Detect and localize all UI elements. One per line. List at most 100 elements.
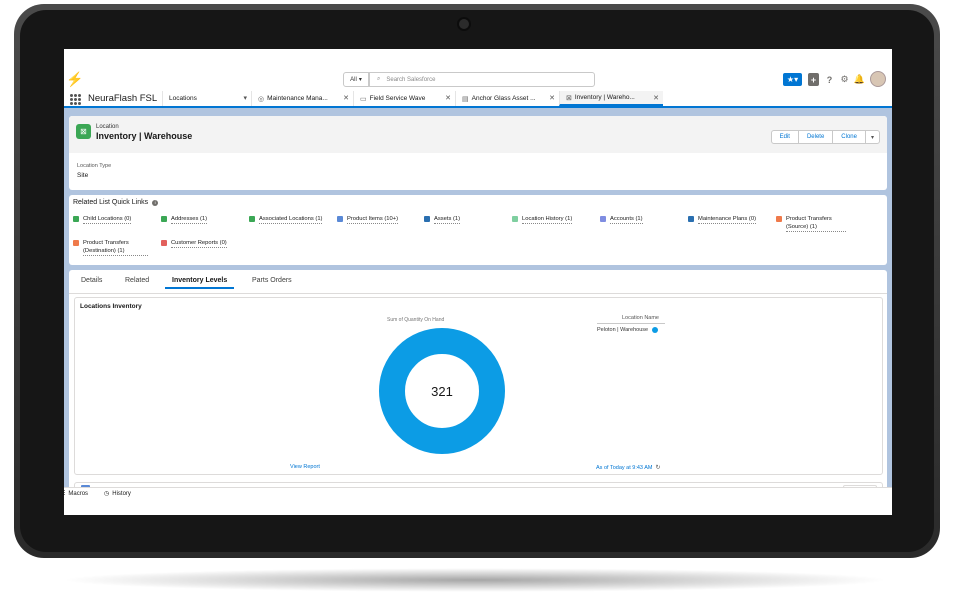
legend-swatch [652,327,659,333]
chevron-down-icon[interactable]: ▾ [243,94,247,102]
help-icon[interactable]: ? [824,73,835,86]
utility-macros[interactable]: ☰ Macros [64,490,88,498]
search-scope-label: All [350,76,357,83]
close-icon[interactable]: ✕ [343,94,349,102]
quick-links-title: Related List Quick Links i [73,199,159,206]
app-launcher-icon[interactable] [70,94,81,105]
quick-link[interactable]: Product Transfers (Destination) (1) [73,239,148,256]
quick-link[interactable]: Assets (1) [424,215,461,224]
search-scope-dropdown[interactable]: All ▾ [343,72,369,87]
quick-link-icon [600,216,606,222]
app-name: NeuraFlash FSL [88,93,158,104]
quick-link-label: Associated Locations (1) [259,216,323,224]
quick-link-label: Child Locations (0) [83,216,132,224]
user-avatar[interactable] [870,71,886,87]
quick-link[interactable]: Location History (1) [512,215,573,224]
inventory-card-title: Locations Inventory [80,303,142,310]
quick-link-icon [424,216,430,222]
tab-object-icon: ▭ [360,95,367,103]
record-header: ⊠ Location Inventory | Warehouse Edit De… [69,116,887,190]
legend-divider [597,323,665,324]
quick-link-label: Assets (1) [434,216,461,224]
quick-link-label: Product Items (10+) [347,216,399,224]
quick-link-label: Accounts (1) [610,216,643,224]
lightning-logo-icon[interactable]: ⚡ [66,71,83,88]
record-object-type: Location [96,124,119,130]
quick-link[interactable]: Addresses (1) [161,215,208,224]
history-icon: ◷ [104,491,110,497]
as-of-text: As of Today at 9:43 AM [596,464,653,471]
info-icon[interactable]: i [152,199,159,206]
locations-inventory-card: Locations Inventory Sum of Quantity On H… [74,297,883,475]
tab-object-icon: ⊠ [566,94,572,102]
quick-link-icon [161,240,167,246]
legend-label: Peloton | Warehouse [597,327,649,333]
quick-link-icon [161,216,167,222]
global-add-icon[interactable]: + [808,73,819,86]
tab-object-icon: ◎ [258,95,265,103]
tab-related[interactable]: Related [125,277,149,284]
quick-link[interactable]: Accounts (1) [600,215,643,224]
quick-link[interactable]: Associated Locations (1) [249,215,323,224]
close-icon[interactable]: ✕ [549,94,555,102]
related-quick-links: Related List Quick Links i Child Locatio… [69,195,887,265]
nav-object-label: Locations [169,95,197,102]
clone-button[interactable]: Clone [832,130,866,144]
tab-parts-orders[interactable]: Parts Orders [252,277,292,284]
quick-link-icon [337,216,343,222]
edit-button[interactable]: Edit [770,130,799,144]
quick-link-label: Addresses (1) [171,216,208,224]
quick-link-label: Maintenance Plans (0) [698,216,756,224]
legend-entry[interactable]: Peloton | Warehouse [597,327,659,333]
close-icon[interactable]: ✕ [445,94,451,102]
quick-link-icon [688,216,694,222]
quick-link[interactable]: Product Items (10+) [337,215,399,224]
quick-link[interactable]: Maintenance Plans (0) [688,215,756,224]
refresh-icon[interactable]: ↻ [655,464,660,471]
quick-link[interactable]: Product Transfers (Source) (1) [776,215,846,232]
workspace-tab-active[interactable]: ⊠ Inventory | Wareho... ✕ [559,91,663,106]
field-label: Location Type [77,163,112,169]
notification-bell-icon[interactable]: 🔔 [854,73,865,86]
quick-link-label: Location History (1) [522,216,573,224]
record-name: Inventory | Warehouse [96,131,193,141]
tab-details[interactable]: Details [81,277,102,284]
workspace-tab[interactable]: ◎ Maintenance Mana... ✕ [251,91,353,106]
workspace-tab[interactable]: ▭ Field Service Wave ✕ [353,91,455,106]
close-icon[interactable]: ✕ [653,94,659,102]
quick-link-icon [512,216,518,222]
as-of-timestamp: As of Today at 9:43 AM ↻ [596,464,661,472]
workspace-tab-label: Maintenance Mana... [267,95,328,102]
quick-link[interactable]: Customer Reports (0) [161,239,227,248]
record-tabs-panel: Details Related Inventory Levels Parts O… [69,270,887,515]
field-value: Site [77,172,89,179]
utility-label: History [112,490,131,497]
view-report-link[interactable]: View Report [290,464,320,470]
record-actions: Edit Delete Clone ▾ [770,130,880,144]
quick-link-label: Product Transfers (Destination) (1) [83,239,148,256]
delete-button[interactable]: Delete [797,130,834,144]
gear-icon[interactable]: ⚙ [839,73,850,86]
console-nav-bar: NeuraFlash FSL Locations ▾ ◎ Maintenance… [64,91,892,108]
favorites-star-icon[interactable]: ★▾ [783,73,802,86]
location-object-icon: ⊠ [76,124,91,139]
tab-object-icon: ▤ [462,95,469,103]
app-screen: ⚡ All ▾ ⌕ Search Salesforce ★▾ + ? ⚙ 🔔 N… [64,49,892,515]
tab-inventory-levels[interactable]: Inventory Levels [165,277,235,289]
device-shadow [60,568,890,592]
donut-chart[interactable]: 321 [379,328,505,454]
global-header: ⚡ All ▾ ⌕ Search Salesforce ★▾ + ? ⚙ 🔔 [64,49,892,91]
quick-link-label: Product Transfers (Source) (1) [786,215,846,232]
tab-divider [69,293,887,294]
utility-history[interactable]: ◷ History [104,490,131,498]
chevron-down-icon: ▾ [870,134,874,141]
quick-link[interactable]: Child Locations (0) [73,215,132,224]
workspace-tab-label: Anchor Glass Asset ... [471,95,536,102]
chevron-down-icon: ▾ [358,77,362,83]
workspace-tab[interactable]: ▤ Anchor Glass Asset ... ✕ [455,91,559,106]
workspace-tab-label: Field Service Wave [369,95,426,102]
nav-object-tab[interactable]: Locations ▾ [162,91,251,106]
quick-link-icon [73,240,79,246]
search-input[interactable]: ⌕ Search Salesforce [369,72,595,87]
more-actions-button[interactable]: ▾ [864,130,880,144]
